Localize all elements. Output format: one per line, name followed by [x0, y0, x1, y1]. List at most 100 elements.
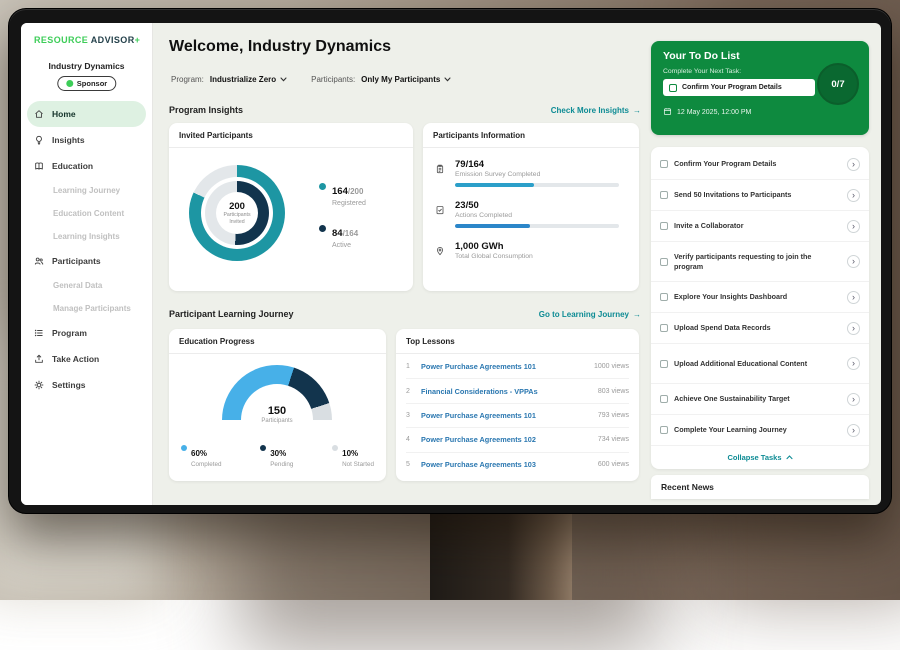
take-action-icon — [34, 354, 45, 364]
task-chevron-icon[interactable]: › — [847, 255, 860, 268]
task-checkbox[interactable] — [660, 360, 668, 368]
task-chevron-icon[interactable]: › — [847, 322, 860, 335]
sidebar-item-manage-participants[interactable]: Manage Participants — [21, 297, 152, 320]
todo-progress-value: 0/7 — [831, 79, 844, 90]
legend-dot — [260, 445, 266, 451]
lesson-link[interactable]: Power Purchase Agreements 102 — [421, 435, 591, 444]
section-title: Program Insights — [169, 105, 243, 115]
task-row[interactable]: Achieve One Sustainability Target › — [651, 384, 869, 415]
lesson-row: 4 Power Purchase Agreements 102 734 view… — [406, 428, 629, 452]
task-row[interactable]: Verify participants requesting to join t… — [651, 242, 869, 282]
page-title: Welcome, Industry Dynamics — [169, 38, 391, 56]
legend-item-pending: 30% Pending — [260, 443, 293, 468]
gauge-legend: 60% Completed 30% Pending 10% Not Starte… — [181, 443, 374, 468]
chevron-up-icon — [786, 453, 793, 462]
task-checkbox[interactable] — [660, 191, 668, 199]
sponsor-icon — [66, 80, 73, 87]
background: RESOURCE ADVISOR+ Industry Dynamics Spon… — [0, 0, 900, 600]
lesson-link[interactable]: Financial Considerations - VPPAs — [421, 387, 591, 396]
sidebar: RESOURCE ADVISOR+ Industry Dynamics Spon… — [21, 23, 153, 505]
gauge-center-value: 150 — [222, 406, 332, 417]
sponsor-badge[interactable]: Sponsor — [57, 76, 116, 91]
chevron-down-icon — [444, 75, 451, 84]
next-task-checkbox[interactable] — [669, 84, 677, 92]
task-chevron-icon[interactable]: › — [847, 357, 860, 370]
lesson-row: 3 Power Purchase Agreements 101 793 view… — [406, 404, 629, 428]
sidebar-item-program[interactable]: Program — [21, 320, 152, 346]
sidebar-item-label: Participants — [52, 256, 101, 266]
sidebar-item-label: Learning Insights — [53, 232, 120, 241]
progress-bar — [455, 183, 619, 187]
todo-due-date: 12 May 2025, 12:00 PM — [663, 107, 751, 118]
brand-primary: RESOURCE — [34, 35, 88, 45]
info-row-actions: 23/50 Actions Completed — [435, 200, 627, 228]
participants-filter-dropdown[interactable]: Only My Participants — [361, 75, 451, 84]
program-filter-dropdown[interactable]: Industrialize Zero — [210, 75, 287, 84]
calendar-icon — [663, 107, 672, 118]
program-icon — [34, 328, 45, 338]
legend-item-completed: 60% Completed — [181, 443, 221, 468]
task-checkbox[interactable] — [660, 293, 668, 301]
task-chevron-icon[interactable]: › — [847, 291, 860, 304]
legend-item-active: 84/164 Active — [319, 223, 366, 249]
legend-dot — [319, 225, 326, 232]
sidebar-item-label: Manage Participants — [53, 304, 131, 313]
sidebar-item-general-data[interactable]: General Data — [21, 274, 152, 297]
sidebar-item-settings[interactable]: Settings — [21, 372, 152, 398]
sidebar-item-education-content[interactable]: Education Content — [21, 202, 152, 225]
task-row[interactable]: Explore Your Insights Dashboard › — [651, 282, 869, 313]
settings-icon — [34, 380, 45, 390]
task-chevron-icon[interactable]: › — [847, 393, 860, 406]
sidebar-item-insights[interactable]: Insights — [21, 127, 152, 153]
task-checkbox[interactable] — [660, 426, 668, 434]
legend-dot — [319, 183, 326, 190]
sidebar-item-participants[interactable]: Participants — [21, 248, 152, 274]
task-checkbox[interactable] — [660, 258, 668, 266]
todo-progress-ring: 0/7 — [817, 63, 859, 105]
card-title: Invited Participants — [169, 123, 413, 148]
sidebar-item-home[interactable]: Home — [27, 101, 146, 127]
sidebar-item-learning-journey[interactable]: Learning Journey — [21, 179, 152, 202]
legend-item-not-started: 10% Not Started — [332, 443, 374, 468]
task-chevron-icon[interactable]: › — [847, 220, 860, 233]
location-pin-icon — [435, 243, 445, 261]
program-insights-header: Program Insights Check More Insights→ — [169, 105, 641, 115]
lesson-link[interactable]: Power Purchase Agreements 101 — [421, 362, 587, 371]
monitor-bezel: RESOURCE ADVISOR+ Industry Dynamics Spon… — [8, 8, 892, 514]
task-checkbox[interactable] — [660, 222, 668, 230]
task-checkbox[interactable] — [660, 395, 668, 403]
task-checkbox[interactable] — [660, 324, 668, 332]
task-checkbox[interactable] — [660, 160, 668, 168]
legend-dot — [332, 445, 338, 451]
task-chevron-icon[interactable]: › — [847, 158, 860, 171]
task-row[interactable]: Upload Additional Educational Content › — [651, 344, 869, 384]
card-title: Education Progress — [169, 329, 386, 354]
collapse-tasks-link[interactable]: Collapse Tasks — [651, 446, 869, 468]
invited-donut-chart: 200 Participants Invited — [189, 165, 285, 261]
task-chevron-icon[interactable]: › — [847, 189, 860, 202]
sidebar-item-label: Home — [52, 109, 76, 119]
task-row[interactable]: Confirm Your Program Details › — [651, 149, 869, 180]
task-row[interactable]: Upload Spend Data Records › — [651, 313, 869, 344]
task-chevron-icon[interactable]: › — [847, 424, 860, 437]
legend-dot — [181, 445, 187, 451]
sidebar-item-label: Insights — [52, 135, 85, 145]
sidebar-item-education[interactable]: Education — [21, 153, 152, 179]
sidebar-item-learning-insights[interactable]: Learning Insights — [21, 225, 152, 248]
lesson-row: 5 Power Purchase Agreements 103 600 view… — [406, 453, 629, 477]
donut-legend: 164/200 Registered 84/164 Active — [319, 181, 366, 249]
sidebar-item-label: Education Content — [53, 209, 124, 218]
lesson-link[interactable]: Power Purchase Agreements 103 — [421, 460, 591, 469]
task-row[interactable]: Invite a Collaborator › — [651, 211, 869, 242]
participants-information-card: Participants Information 79/164 Emission… — [423, 123, 639, 291]
go-to-learning-journey-link[interactable]: Go to Learning Journey→ — [539, 310, 641, 319]
task-row[interactable]: Complete Your Learning Journey › — [651, 415, 869, 446]
sidebar-item-take-action[interactable]: Take Action — [21, 346, 152, 372]
lesson-link[interactable]: Power Purchase Agreements 101 — [421, 411, 591, 420]
dashboard-screen: RESOURCE ADVISOR+ Industry Dynamics Spon… — [21, 23, 881, 505]
filter-bar: Program: Industrialize Zero Participants… — [171, 75, 451, 84]
todo-next-task[interactable]: Confirm Your Program Details — [663, 79, 815, 96]
check-more-insights-link[interactable]: Check More Insights→ — [551, 106, 641, 115]
task-row[interactable]: Send 50 Invitations to Participants › — [651, 180, 869, 211]
progress-bar — [455, 224, 619, 228]
